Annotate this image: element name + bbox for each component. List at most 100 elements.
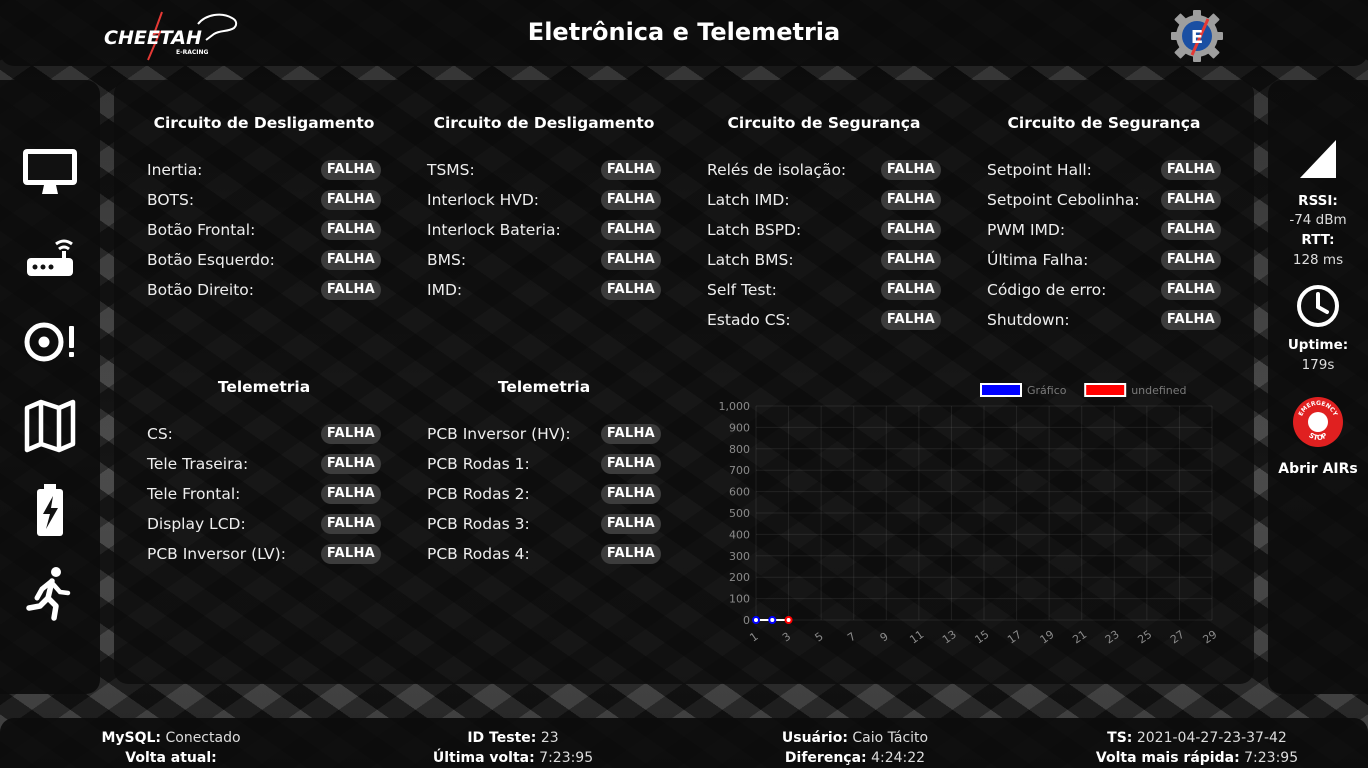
- chart-y-tick-label: 500: [729, 507, 750, 520]
- status-badge: FALHA: [600, 160, 661, 180]
- chart-y-tick-label: 400: [729, 528, 750, 541]
- main-panel: Circuito de Desligamento Inertia: FALHA B…: [114, 80, 1254, 684]
- chart-x-tick-label: 17: [1005, 628, 1024, 647]
- status-badge: FALHA: [320, 220, 381, 240]
- status-row: TSMS: FALHA: [427, 160, 667, 184]
- status-row: PCB Rodas 1: FALHA: [427, 454, 667, 478]
- status-row: Estado CS: FALHA: [707, 310, 947, 334]
- section-title: Telemetria: [217, 378, 311, 396]
- status-row: Setpoint Hall: FALHA: [987, 160, 1227, 184]
- team-gear-logo-icon: E: [1171, 10, 1223, 62]
- section-title: Telemetria: [497, 378, 591, 396]
- status-badge: FALHA: [1160, 280, 1221, 300]
- battery-bolt-icon[interactable]: [20, 480, 80, 540]
- chart-y-tick-label: 1,000: [719, 400, 751, 413]
- status-label: PWM IMD:: [987, 221, 1066, 239]
- chart-x-tick-label: 11: [907, 628, 926, 647]
- status-label: Latch IMD:: [707, 191, 790, 209]
- chart-y-tick-label: 300: [729, 550, 750, 563]
- status-row: Latch BSPD: FALHA: [707, 220, 947, 244]
- open-airs-label[interactable]: Abrir AIRs: [1268, 461, 1368, 477]
- running-person-icon[interactable]: [20, 564, 80, 624]
- status-label: PCB Inversor (LV):: [147, 545, 286, 563]
- status-badge: FALHA: [320, 250, 381, 270]
- status-row: PCB Inversor (LV): FALHA: [147, 544, 387, 568]
- router-icon[interactable]: [20, 228, 80, 288]
- status-label: Interlock HVD:: [427, 191, 540, 209]
- status-row: Inertia: FALHA: [147, 160, 387, 184]
- user: Usuário: Caio Tácito: [781, 730, 929, 746]
- rtt-value: 128 ms: [1292, 252, 1344, 268]
- chart-legend-label: Gráfico: [1027, 384, 1067, 397]
- top-header: CHEETAH E-RACING Eletrônica e Telemetria…: [0, 0, 1368, 66]
- chart-x-tick-label: 23: [1103, 628, 1122, 647]
- monitor-icon[interactable]: [20, 142, 80, 202]
- status-badge: FALHA: [320, 454, 381, 474]
- status-row: Latch BMS: FALHA: [707, 250, 947, 274]
- status-row: Interlock HVD: FALHA: [427, 190, 667, 214]
- chart-x-tick-label: 1: [747, 630, 760, 645]
- brake-warning-icon[interactable]: [20, 312, 80, 372]
- lap-difference: Diferença: 4:24:22: [784, 750, 926, 766]
- chart-x-tick-label: 15: [973, 628, 992, 647]
- status-badge: FALHA: [1160, 160, 1221, 180]
- status-badge: FALHA: [600, 190, 661, 210]
- status-label: PCB Rodas 4:: [427, 545, 530, 563]
- rtt-label: RTT:: [1301, 232, 1335, 248]
- chart-x-tick-label: 9: [878, 630, 891, 645]
- status-label: CS:: [147, 425, 173, 443]
- chart-legend-swatch: [980, 383, 1022, 397]
- telemetry-chart: 0 100 200 300 400 500 600 700 800 900 1,000 1 3 5 7 9 11…: [704, 375, 1224, 665]
- status-label: Latch BMS:: [707, 251, 794, 269]
- status-label: Display LCD:: [147, 515, 246, 533]
- chart-data-point: [768, 616, 777, 624]
- chart-data-point: [752, 616, 760, 624]
- chart-y-tick-label: 100: [729, 593, 750, 606]
- status-badge: FALHA: [320, 484, 381, 504]
- last-lap: Última volta: 7:23:95: [432, 750, 594, 766]
- status-label: Tele Frontal:: [147, 485, 241, 503]
- status-label: Botão Direito:: [147, 281, 255, 299]
- status-badge: FALHA: [600, 220, 661, 240]
- status-row: Interlock Bateria: FALHA: [427, 220, 667, 244]
- chart-y-tick-label: 800: [729, 443, 750, 456]
- status-row: BOTS: FALHA: [147, 190, 387, 214]
- chart-y-tick-label: 600: [729, 486, 750, 499]
- status-label: Tele Traseira:: [147, 455, 249, 473]
- chart-x-tick-label: 3: [780, 630, 793, 645]
- chart-x-tick-label: 25: [1135, 628, 1154, 647]
- chart-x-tick-label: 5: [813, 630, 826, 645]
- status-row: Última Falha: FALHA: [987, 250, 1227, 274]
- status-row: PCB Rodas 2: FALHA: [427, 484, 667, 508]
- chart-legend-swatch: [1084, 383, 1127, 397]
- chart-x-tick-label: 21: [1070, 628, 1089, 647]
- status-label: PCB Rodas 1:: [427, 455, 530, 473]
- timestamp: TS: 2021-04-27-23-37-42: [1107, 730, 1287, 746]
- team-logo-letter: E: [1191, 27, 1203, 48]
- status-label: Self Test:: [707, 281, 777, 299]
- status-badge: FALHA: [600, 424, 661, 444]
- fastest-lap: Volta mais rápida: 7:23:95: [1095, 750, 1299, 766]
- status-row: Relés de isolação: FALHA: [707, 160, 947, 184]
- clock-icon: [1297, 285, 1339, 327]
- map-icon[interactable]: [20, 396, 80, 456]
- chart-x-tick-label: 19: [1038, 628, 1057, 647]
- status-row: PCB Rodas 4: FALHA: [427, 544, 667, 568]
- status-badge: FALHA: [1160, 310, 1221, 330]
- status-label: Shutdown:: [987, 311, 1070, 329]
- chart-y-tick-label: 0: [743, 614, 750, 627]
- chart-y-tick-label: 900: [729, 421, 750, 434]
- status-badge: FALHA: [1160, 250, 1221, 270]
- section-title: Circuito de Segurança: [1007, 114, 1201, 132]
- status-badge: FALHA: [880, 310, 941, 330]
- chart-x-tick-label: 7: [845, 630, 858, 645]
- status-badge: FALHA: [320, 424, 381, 444]
- status-label: BMS:: [427, 251, 467, 269]
- logo-subtext: E-RACING: [176, 49, 209, 56]
- mysql-status: MySQL: Conectado: [101, 730, 241, 746]
- status-row: CS: FALHA: [147, 424, 387, 448]
- emergency-stop-button[interactable]: EMERGENCY STOP: [1292, 396, 1344, 448]
- signal-strength-icon: [1300, 140, 1336, 178]
- status-label: TSMS:: [427, 161, 475, 179]
- status-badge: FALHA: [880, 250, 941, 270]
